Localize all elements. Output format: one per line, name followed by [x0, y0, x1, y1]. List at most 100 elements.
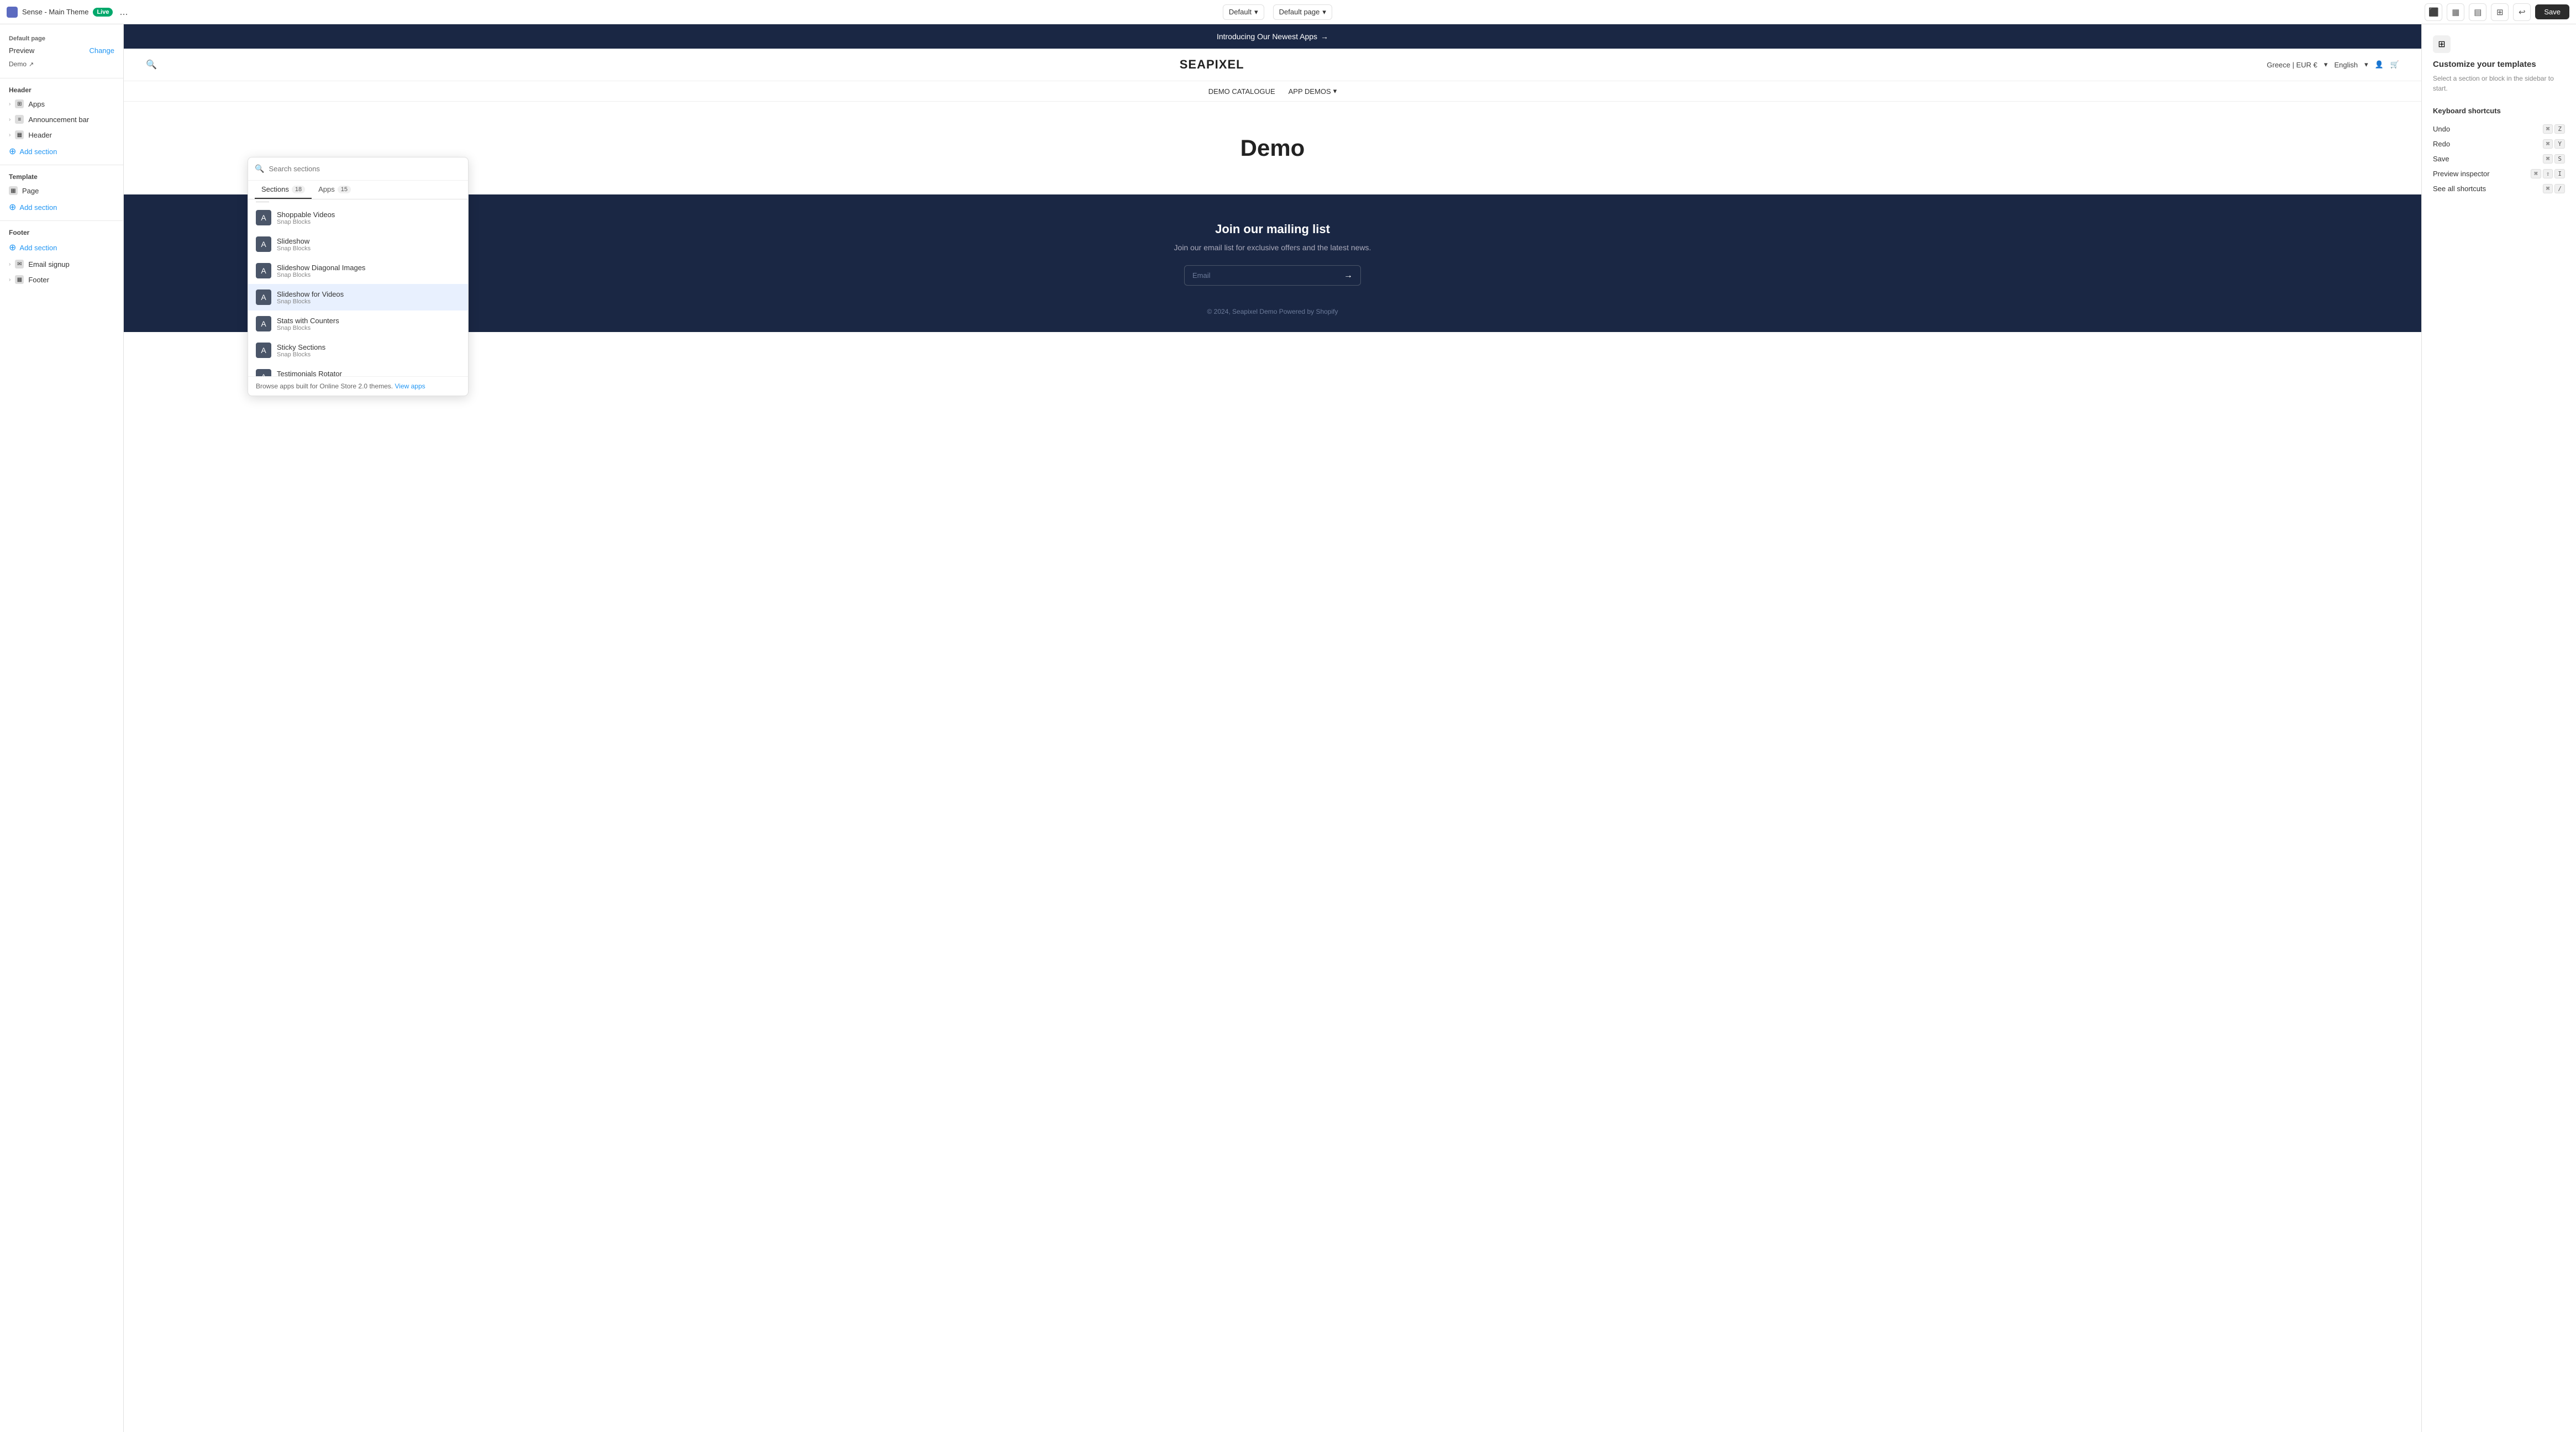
grid-icon-btn[interactable]: ⊞: [2491, 3, 2509, 21]
panel-icon: ⊞: [2433, 35, 2451, 53]
item-text: Slideshow Snap Blocks: [277, 237, 311, 252]
list-item[interactable]: A Testimonials Rotator Snap Blocks: [248, 364, 468, 376]
preview-label: Preview: [9, 46, 34, 55]
cart-icon[interactable]: 🛒: [2390, 60, 2399, 69]
sidebar-item-footer[interactable]: › ▦ Footer: [0, 272, 123, 287]
default-page-title: Default page: [0, 31, 123, 44]
footer-copyright: © 2024, Seapixel Demo Powered by Shopify: [146, 308, 2399, 315]
sidebar-announcement-label: Announcement bar: [28, 115, 89, 124]
template-group-title: Template: [0, 170, 123, 183]
undo-icon-btn[interactable]: ↩: [2513, 3, 2531, 21]
main-layout: Default page Preview Change Demo ↗ Heade…: [0, 24, 2576, 1432]
view-apps-link[interactable]: View apps: [395, 382, 425, 390]
tab-sections[interactable]: Sections 18: [255, 181, 312, 199]
desktop-icon-btn[interactable]: ⬛: [2425, 3, 2442, 21]
email-input[interactable]: [1185, 266, 1336, 285]
item-icon: A: [256, 343, 271, 358]
sidebar-item-apps[interactable]: › ⊞ Apps: [0, 96, 123, 112]
top-bar: Sense - Main Theme Live ... Default ▾ De…: [0, 0, 2576, 24]
top-bar-left: Sense - Main Theme Live ...: [7, 4, 130, 20]
nav-demo-catalogue[interactable]: DEMO CATALOGUE: [1208, 87, 1275, 96]
email-input-row: →: [1184, 265, 1361, 286]
store-nav-links: DEMO CATALOGUE APP DEMOS ▾: [124, 81, 2421, 102]
list-item[interactable]: A Slideshow Snap Blocks: [248, 231, 468, 257]
item-text: Testimonials Rotator Snap Blocks: [277, 370, 342, 377]
sidebar-apps-label: Apps: [28, 100, 45, 108]
search-icon[interactable]: 🔍: [146, 59, 157, 70]
email-submit-button[interactable]: →: [1336, 266, 1360, 285]
sidebar-page-label: Page: [22, 187, 39, 195]
right-panel: ⊞ Customize your templates Select a sect…: [2421, 24, 2576, 1432]
item-text: Slideshow for Videos Snap Blocks: [277, 290, 344, 305]
header-group-title: Header: [0, 83, 123, 96]
add-section-template-button[interactable]: ⊕ Add section: [0, 198, 123, 216]
add-section-header-button[interactable]: ⊕ Add section: [0, 143, 123, 160]
announcement-icon: ≡: [15, 115, 24, 124]
left-sidebar: Default page Preview Change Demo ↗ Heade…: [0, 24, 124, 1432]
kbd: I: [2554, 169, 2565, 178]
list-item[interactable]: A Shoppable Videos Snap Blocks: [248, 204, 468, 231]
plus-icon: ⊕: [9, 202, 16, 213]
sidebar-item-announcement[interactable]: › ≡ Announcement bar: [0, 112, 123, 127]
shortcut-keys: ⌘ Z: [2543, 124, 2565, 134]
plus-icon: ⊕: [9, 242, 16, 253]
tablet-icon-btn[interactable]: ▦: [2447, 3, 2464, 21]
sidebar-item-email-signup[interactable]: › ✉ Email signup: [0, 256, 123, 272]
item-icon: A: [256, 263, 271, 278]
live-badge: Live: [93, 8, 113, 17]
more-options-button[interactable]: ...: [117, 4, 130, 20]
sidebar-header-label: Header: [28, 131, 52, 139]
item-text: Stats with Counters Snap Blocks: [277, 317, 339, 331]
page-icon: ▦: [9, 186, 18, 195]
kbd: /: [2554, 184, 2565, 193]
store-nav-right: Greece | EUR € ▾ English ▾ 👤 🛒: [2267, 60, 2399, 69]
default-dropdown[interactable]: Default ▾: [1223, 4, 1264, 20]
store-nav: 🔍 SEAPIXEL Greece | EUR € ▾ English ▾ 👤 …: [124, 49, 2421, 81]
save-button[interactable]: Save: [2535, 4, 2569, 19]
demo-row: Demo ↗: [0, 59, 123, 73]
panel-icon-area: ⊞: [2433, 35, 2565, 53]
shortcut-keys: ⌘ Y: [2543, 139, 2565, 149]
nav-app-demos[interactable]: APP DEMOS ▾: [1289, 87, 1337, 96]
preview-frame: Introducing Our Newest Apps → 🔍 SEAPIXEL…: [124, 24, 2421, 1432]
sidebar-item-page[interactable]: ▦ Page: [0, 183, 123, 198]
kbd: ⌘: [2543, 154, 2553, 164]
theme-name: Sense - Main Theme: [22, 8, 88, 16]
chevron-icon: ›: [9, 101, 10, 107]
kbd: Z: [2554, 124, 2565, 134]
search-sections-input[interactable]: [269, 165, 461, 173]
footer-mailing-title: Join our mailing list: [146, 222, 2399, 236]
picker-footer: Browse apps built for Online Store 2.0 t…: [248, 376, 468, 396]
app-icon: [7, 7, 18, 18]
list-item[interactable]: A Slideshow Diagonal Images Snap Blocks: [248, 257, 468, 284]
top-bar-right: ⬛ ▦ ▤ ⊞ ↩ Save: [2425, 3, 2569, 21]
kbd: Y: [2554, 139, 2565, 149]
apps-count-badge: 15: [338, 186, 351, 193]
sidebar-item-header[interactable]: › ▦ Header: [0, 127, 123, 143]
picker-list: A Shoppable Videos Snap Blocks A Slidesh…: [248, 199, 468, 376]
picker-divider: [248, 199, 468, 204]
email-icon: ✉: [15, 260, 24, 268]
footer-icon: ▦: [15, 275, 24, 284]
change-button[interactable]: Change: [89, 46, 114, 55]
item-icon: A: [256, 236, 271, 252]
kbd: S: [2554, 154, 2565, 164]
store-logo: SEAPIXEL: [1180, 57, 1244, 72]
add-section-footer-button[interactable]: ⊕ Add section: [0, 239, 123, 256]
shortcut-all-shortcuts: See all shortcuts ⌘ /: [2433, 181, 2565, 196]
list-item[interactable]: A Stats with Counters Snap Blocks: [248, 310, 468, 337]
default-page-dropdown[interactable]: Default page ▾: [1273, 4, 1332, 20]
list-item[interactable]: A Sticky Sections Snap Blocks: [248, 337, 468, 364]
picker-search-bar: 🔍: [248, 157, 468, 181]
right-panel-subtitle: Select a section or block in the sidebar…: [2433, 73, 2565, 93]
search-icon: 🔍: [255, 164, 264, 173]
item-icon: A: [256, 316, 271, 331]
list-item-slideshow-videos[interactable]: A Slideshow for Videos Snap Blocks: [248, 284, 468, 310]
chevron-icon: ›: [9, 132, 10, 138]
tab-apps[interactable]: Apps 15: [312, 181, 358, 199]
mobile-icon-btn[interactable]: ▤: [2469, 3, 2486, 21]
demo-link[interactable]: Demo: [9, 60, 27, 68]
shortcut-preview-inspector: Preview inspector ⌘ ⇧ I: [2433, 166, 2565, 181]
shortcut-keys: ⌘ S: [2543, 154, 2565, 164]
account-icon[interactable]: 👤: [2375, 60, 2384, 69]
